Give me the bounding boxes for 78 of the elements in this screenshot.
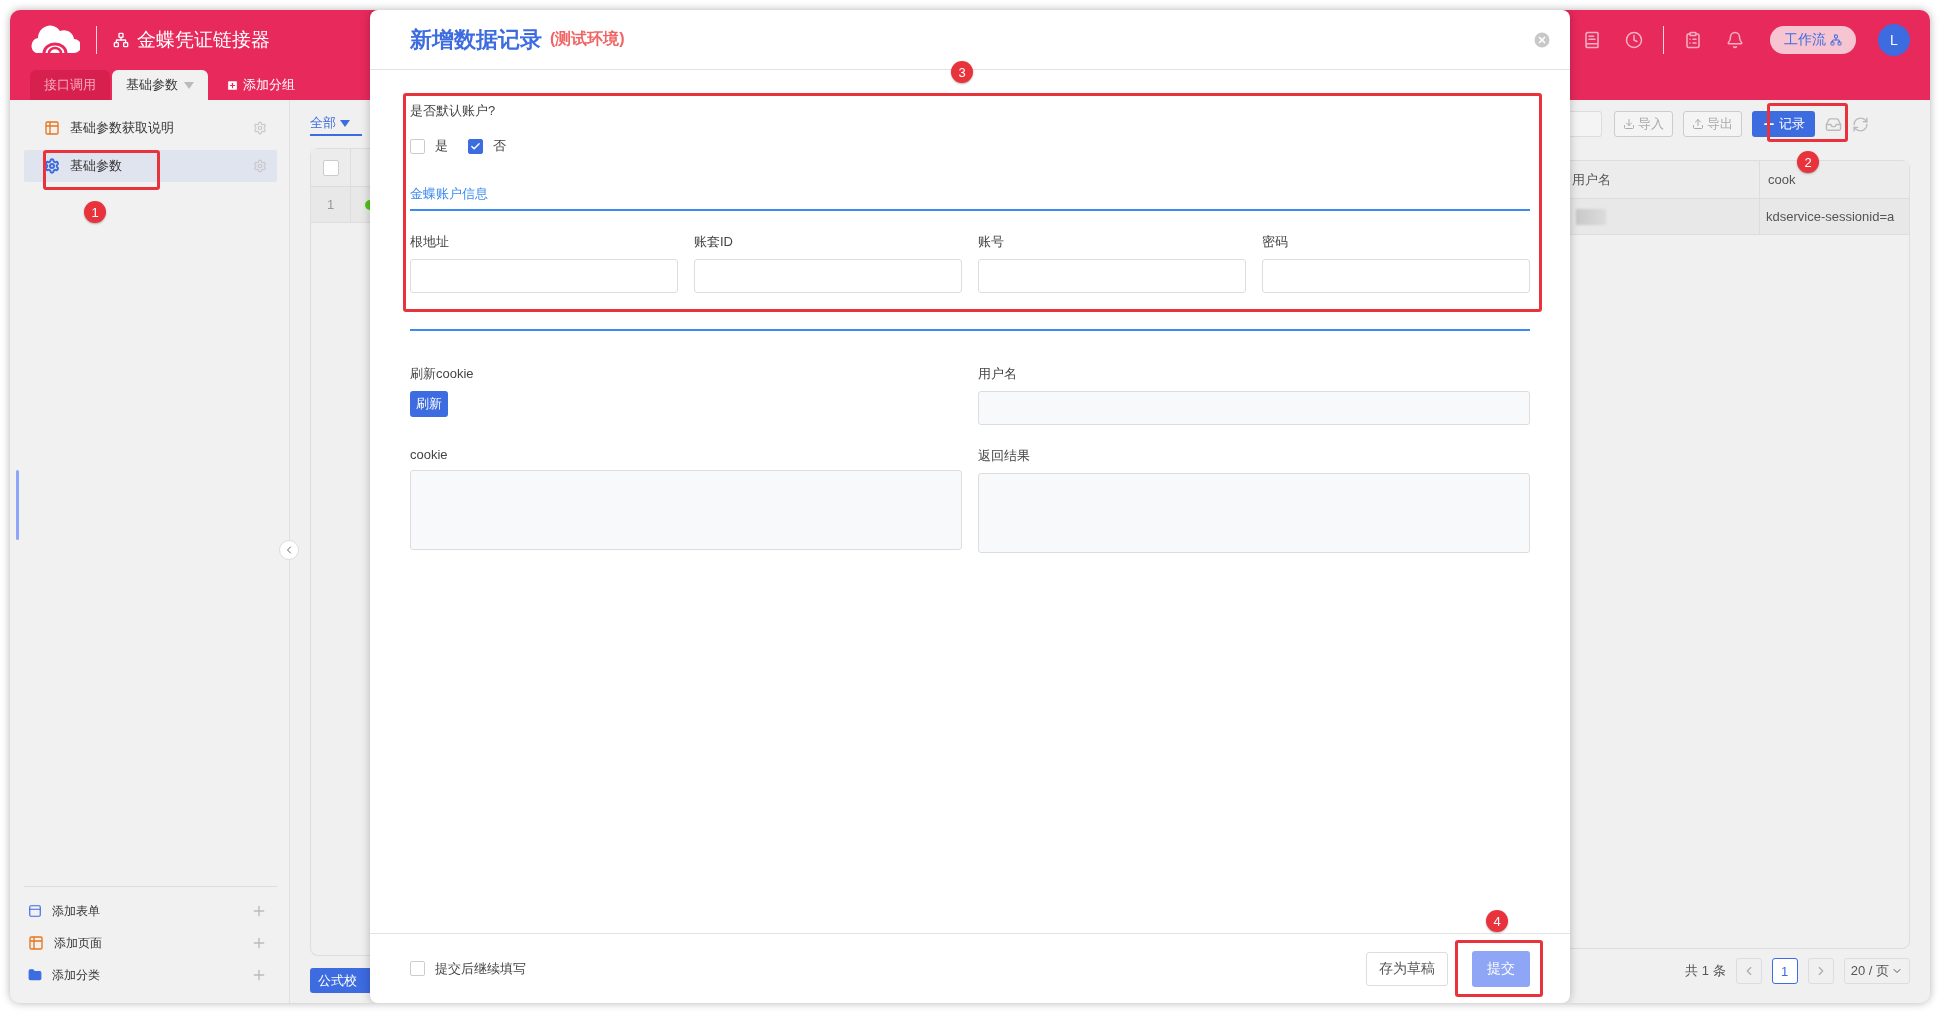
- bell-icon[interactable]: [1726, 31, 1744, 49]
- page-size-select[interactable]: 20 / 页: [1843, 958, 1910, 984]
- section-heading: 金蝶账户信息: [410, 185, 1530, 211]
- folder-icon: [28, 968, 42, 982]
- option-label: 否: [493, 137, 506, 155]
- field-label: 账号: [978, 233, 1004, 251]
- user-avatar[interactable]: L: [1878, 24, 1910, 56]
- hierarchy-icon: [113, 32, 129, 48]
- download-icon: [1623, 118, 1635, 130]
- text-area[interactable]: [410, 470, 962, 550]
- page-button[interactable]: 1: [1771, 958, 1798, 984]
- column-header[interactable]: cook: [1768, 172, 1796, 187]
- sidebar-item[interactable]: 基础参数: [24, 150, 277, 182]
- input-field[interactable]: [1262, 259, 1530, 293]
- table-icon: [28, 935, 44, 951]
- table-icon: [44, 120, 60, 136]
- upload-icon: [1692, 118, 1704, 130]
- text-area[interactable]: [978, 473, 1530, 553]
- collapse-button[interactable]: [279, 540, 299, 560]
- checkbox[interactable]: [468, 138, 483, 154]
- plus-icon: [226, 78, 239, 92]
- checkbox-label: 提交后继续填写: [435, 959, 526, 978]
- field-label: 用户名: [978, 365, 1017, 383]
- field-label: 账套ID: [694, 233, 733, 251]
- book-icon[interactable]: [1583, 31, 1601, 49]
- gear-icon[interactable]: [253, 121, 267, 135]
- annotation-number: 2: [1797, 151, 1819, 173]
- save-draft-button[interactable]: 存为草稿: [1366, 951, 1448, 986]
- sidebar-add-item[interactable]: 添加分类: [24, 959, 277, 991]
- check-icon: [470, 140, 481, 152]
- input-field[interactable]: [694, 259, 962, 293]
- row-number: 1: [311, 187, 351, 222]
- field-label: 返回结果: [978, 447, 1030, 465]
- plus-icon[interactable]: [251, 903, 267, 919]
- table-cell: kdservice-sessionid=a: [1766, 209, 1895, 224]
- hierarchy-icon: [1830, 34, 1842, 46]
- refresh-button[interactable]: 刷新: [410, 391, 448, 417]
- workflow-button[interactable]: 工作流: [1770, 26, 1856, 54]
- field-label: 密码: [1262, 233, 1288, 251]
- input-field[interactable]: [410, 259, 678, 293]
- form-icon: [28, 904, 42, 918]
- field-label: cookie: [410, 447, 448, 462]
- plus-icon[interactable]: [251, 935, 267, 951]
- field-label: 是否默认账户?: [410, 102, 496, 120]
- sidebar-add-item[interactable]: 添加表单: [24, 895, 277, 927]
- column-header[interactable]: 用户名: [1572, 170, 1611, 189]
- gear-icon[interactable]: [253, 159, 267, 173]
- plus-icon[interactable]: [251, 967, 267, 983]
- group-tab[interactable]: 接口调用: [30, 70, 110, 100]
- field-label: 刷新cookie: [410, 365, 474, 383]
- cloud-logo: [30, 25, 80, 55]
- previous-page-button[interactable]: [1735, 958, 1762, 984]
- add-record-button[interactable]: 记录: [1752, 111, 1815, 137]
- option-label: 是: [435, 137, 448, 155]
- search-field[interactable]: [1570, 111, 1602, 137]
- tray-icon[interactable]: [1825, 115, 1842, 133]
- blurred-text: [1576, 208, 1606, 225]
- group-tab[interactable]: 基础参数: [112, 70, 208, 100]
- formula-button[interactable]: 公式校: [310, 968, 370, 993]
- input-field[interactable]: [978, 259, 1246, 293]
- sidebar-item[interactable]: 基础参数获取说明: [24, 112, 277, 144]
- total-count: 共 1 条: [1685, 962, 1726, 980]
- scroll-indicator: [16, 470, 19, 540]
- view-tab[interactable]: 全部: [310, 112, 362, 136]
- dialog-title: 新增数据记录: [410, 25, 542, 54]
- add-group-button[interactable]: 添加分组: [210, 70, 311, 100]
- field-label: 根地址: [410, 233, 449, 251]
- clock-icon[interactable]: [1625, 31, 1643, 49]
- sidebar-add-item[interactable]: 添加页面: [24, 927, 277, 959]
- refresh-icon[interactable]: [1852, 115, 1869, 133]
- input-field[interactable]: [978, 391, 1530, 425]
- caret-icon: [340, 119, 350, 127]
- app-title: 金蝶凭证链接器: [137, 28, 270, 52]
- clipboard-icon[interactable]: [1684, 31, 1702, 49]
- environment-label: (测试环境): [550, 29, 625, 49]
- next-page-button[interactable]: [1807, 958, 1834, 984]
- gear-icon: [44, 158, 60, 174]
- close-icon[interactable]: [1532, 29, 1552, 50]
